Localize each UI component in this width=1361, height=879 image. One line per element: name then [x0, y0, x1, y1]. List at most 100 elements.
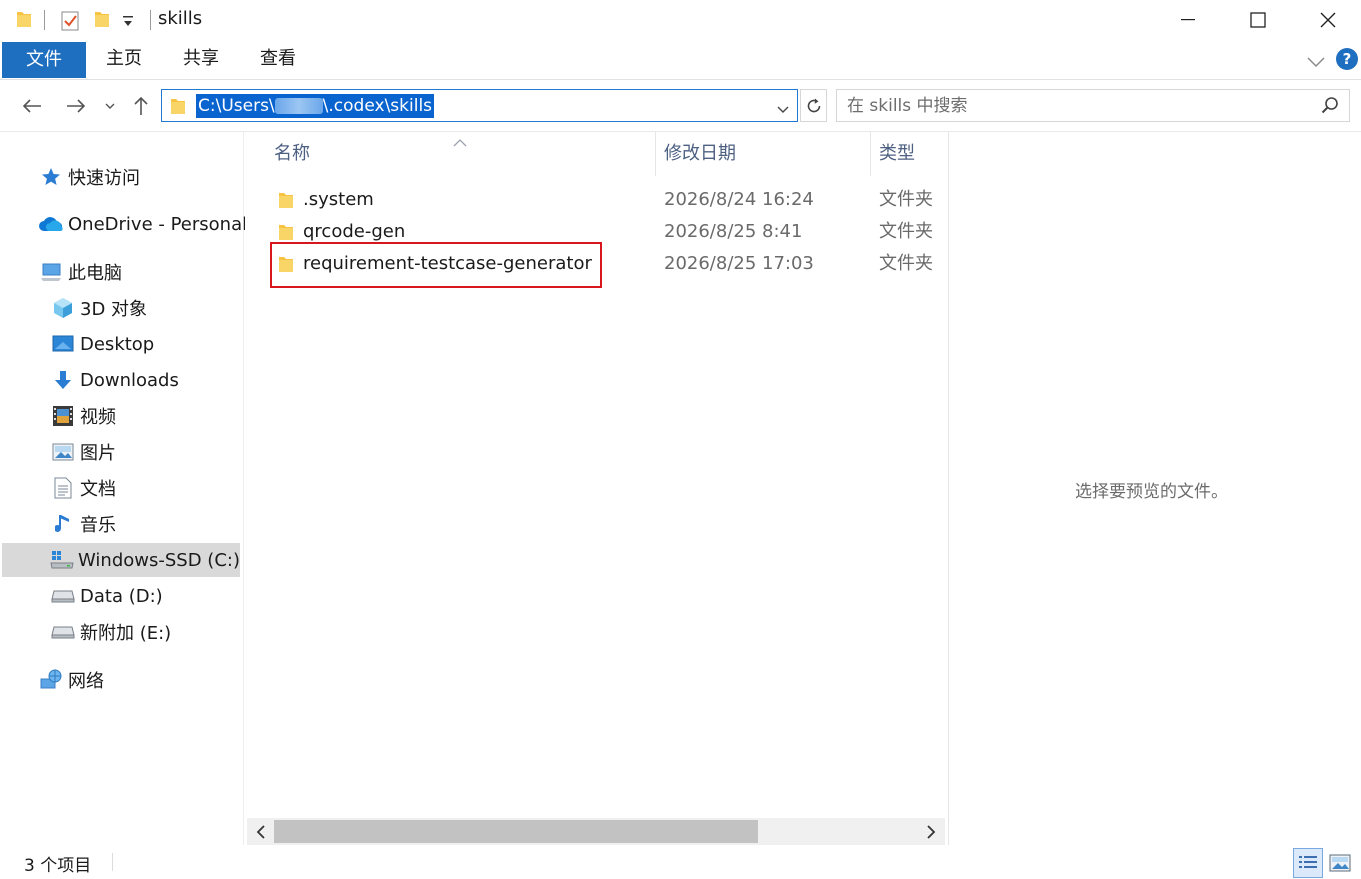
download-arrow-icon	[50, 369, 76, 391]
tab-share[interactable]: 共享	[173, 42, 229, 76]
details-view-icon	[1299, 856, 1317, 868]
address-path[interactable]: C:\Users\ \.codex\skills	[196, 94, 435, 118]
scroll-left-icon[interactable]	[251, 822, 271, 842]
sidebar-item-label: 网络	[68, 671, 104, 692]
forward-arrow-icon	[67, 99, 86, 113]
file-date: 2026/8/25 8:41	[664, 221, 803, 242]
column-divider[interactable]	[655, 132, 656, 176]
close-button[interactable]	[1293, 0, 1361, 40]
column-divider[interactable]	[870, 132, 871, 176]
help-button[interactable]: ?	[1336, 48, 1358, 70]
sidebar-item-pictures[interactable]: 图片	[50, 435, 116, 469]
file-type: 文件夹	[879, 189, 933, 210]
sidebar-item-quick-access[interactable]: 快速访问	[38, 160, 140, 194]
file-date: 2026/8/24 16:24	[664, 189, 814, 210]
tab-file[interactable]: 文件	[2, 42, 86, 78]
preview-message: 选择要预览的文件。	[1075, 482, 1228, 502]
maximize-button[interactable]	[1223, 0, 1293, 40]
minimize-icon	[1181, 19, 1195, 21]
scroll-right-icon[interactable]	[921, 822, 941, 842]
details-view-button[interactable]	[1293, 848, 1323, 878]
music-note-icon	[50, 513, 76, 535]
status-bar: 3 个项目	[0, 845, 1361, 879]
sidebar-item-label: 快速访问	[68, 168, 140, 189]
status-separator	[112, 853, 113, 871]
sidebar-item-windows-ssd[interactable]: Windows-SSD (C:)	[2, 543, 240, 577]
sidebar-item-label: Data (D:)	[80, 585, 163, 607]
forward-button[interactable]	[62, 92, 90, 120]
folder-icon	[279, 225, 293, 240]
up-arrow-icon	[134, 96, 148, 115]
file-list: 名称 修改日期 类型 .system 2026/8/24 16:24 文件夹 q…	[245, 132, 948, 845]
sidebar-item-label: OneDrive - Personal	[68, 213, 248, 235]
column-header-date[interactable]: 修改日期	[664, 132, 736, 176]
expand-ribbon-chevron-icon[interactable]	[1307, 52, 1325, 73]
cube-icon	[50, 297, 76, 319]
sidebar-item-label: 文档	[80, 479, 116, 500]
scrollbar-thumb[interactable]	[274, 820, 758, 843]
customize-toolbar-dropdown-icon[interactable]	[122, 12, 134, 33]
sidebar-item-music[interactable]: 音乐	[50, 507, 116, 541]
navigation-bar: C:\Users\ \.codex\skills	[0, 80, 1361, 132]
sidebar-item-3d-objects[interactable]: 3D 对象	[50, 291, 147, 325]
sidebar-item-label: 此电脑	[68, 263, 122, 284]
address-history-dropdown-icon[interactable]	[777, 98, 789, 119]
sidebar-item-new-volume-e[interactable]: 新附加 (E:)	[50, 615, 171, 649]
large-icons-view-button[interactable]	[1325, 848, 1355, 878]
maximize-icon	[1250, 12, 1266, 28]
sidebar-item-label: Downloads	[80, 369, 179, 391]
folder-icon	[171, 99, 185, 114]
new-folder-icon[interactable]	[94, 9, 110, 34]
sidebar-item-label: 新附加 (E:)	[80, 623, 172, 644]
back-button[interactable]	[18, 92, 46, 120]
up-button[interactable]	[128, 92, 154, 120]
ribbon-tabs: 文件 主页 共享 查看 ?	[0, 40, 1361, 80]
column-header-type[interactable]: 类型	[879, 132, 915, 176]
path-suffix: \.codex\skills	[322, 96, 433, 116]
drive-icon	[50, 621, 76, 643]
item-count: 3 个项目	[24, 856, 92, 876]
chevron-down-icon	[105, 103, 115, 109]
tab-home[interactable]: 主页	[96, 42, 152, 76]
file-row[interactable]: .system 2026/8/24 16:24 文件夹	[245, 184, 948, 216]
sidebar-item-downloads[interactable]: Downloads	[50, 363, 179, 397]
sidebar-item-network[interactable]: 网络	[38, 663, 104, 697]
file-type: 文件夹	[879, 253, 933, 274]
horizontal-scrollbar[interactable]	[247, 818, 945, 845]
sidebar-item-data-d[interactable]: Data (D:)	[50, 579, 163, 613]
document-icon	[50, 477, 76, 499]
window-title: skills	[158, 8, 203, 29]
star-icon	[38, 166, 64, 188]
sidebar-item-this-pc[interactable]: 此电脑	[38, 255, 122, 289]
file-name: .system	[303, 189, 374, 210]
sidebar-item-onedrive[interactable]: OneDrive - Personal	[38, 207, 247, 241]
back-arrow-icon	[22, 99, 41, 113]
sidebar-item-label: 图片	[80, 443, 116, 464]
title-separator	[150, 10, 151, 30]
properties-checkmark-icon[interactable]	[60, 10, 80, 37]
search-icon[interactable]	[1321, 96, 1339, 119]
picture-icon	[50, 441, 76, 463]
search-box[interactable]	[836, 89, 1350, 122]
sidebar-item-label: 视频	[80, 407, 116, 428]
path-prefix: C:\Users\	[198, 96, 275, 116]
recent-locations-button[interactable]	[102, 92, 118, 120]
toolbar-separator	[44, 10, 45, 30]
highlight-annotation-box	[270, 242, 602, 288]
file-date: 2026/8/25 17:03	[664, 253, 814, 274]
refresh-icon	[807, 98, 820, 112]
address-bar[interactable]: C:\Users\ \.codex\skills	[161, 89, 798, 122]
tab-view[interactable]: 查看	[250, 42, 306, 76]
network-icon	[38, 669, 64, 691]
refresh-button[interactable]	[800, 89, 827, 122]
sidebar-item-desktop[interactable]: Desktop	[50, 327, 154, 361]
column-header-name[interactable]: 名称	[274, 132, 310, 176]
navigation-pane: 快速访问 OneDrive - Personal 此电脑 3D 对象 Deskt…	[0, 132, 247, 845]
drive-icon	[50, 585, 76, 607]
folder-icon[interactable]	[16, 9, 32, 34]
sidebar-item-videos[interactable]: 视频	[50, 399, 116, 433]
sidebar-item-documents[interactable]: 文档	[50, 471, 116, 505]
sidebar-item-label: 音乐	[80, 515, 116, 536]
minimize-button[interactable]	[1153, 0, 1223, 40]
search-input[interactable]	[847, 94, 1307, 118]
